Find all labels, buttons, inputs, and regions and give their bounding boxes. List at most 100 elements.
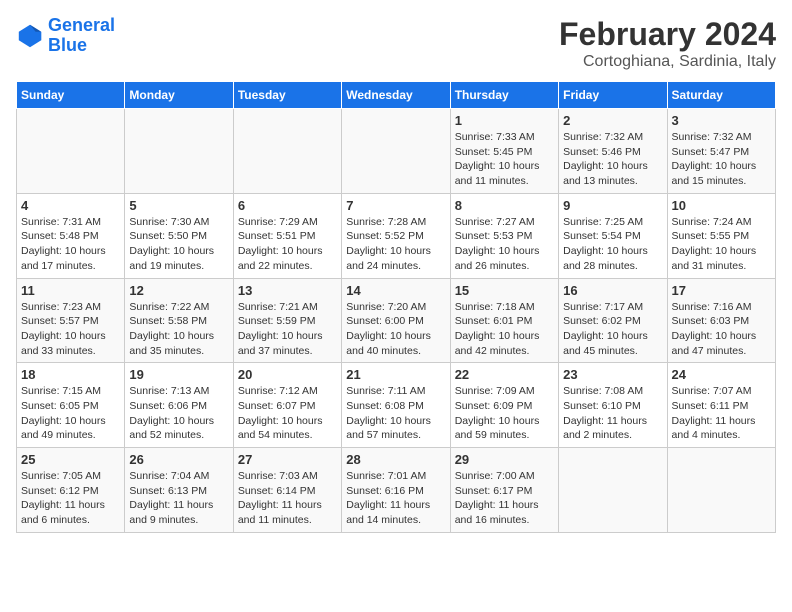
col-monday: Monday (125, 82, 233, 109)
calendar-cell: 1 Sunrise: 7:33 AM Sunset: 5:45 PM Daylig… (450, 109, 558, 194)
day-info: Sunrise: 7:11 AM Sunset: 6:08 PM Dayligh… (346, 384, 445, 443)
day-number: 11 (21, 283, 120, 298)
calendar-cell (233, 109, 341, 194)
col-wednesday: Wednesday (342, 82, 450, 109)
day-info: Sunrise: 7:29 AM Sunset: 5:51 PM Dayligh… (238, 215, 337, 274)
calendar-cell: 20Sunrise: 7:12 AM Sunset: 6:07 PM Dayli… (233, 363, 341, 448)
calendar-cell: 11 Sunrise: 7:23 AM Sunset: 5:57 PM Dayli… (17, 278, 125, 363)
calendar-body: 1 Sunrise: 7:33 AM Sunset: 5:45 PM Daylig… (17, 109, 776, 533)
title-block: February 2024 Cortoghiana, Sardinia, Ita… (559, 16, 776, 71)
calendar-header: Sunday Monday Tuesday Wednesday Thursday… (17, 82, 776, 109)
day-number: 5 (129, 198, 228, 213)
day-number: 10 (672, 198, 771, 213)
day-number: 17 (672, 283, 771, 298)
day-number: 22 (455, 367, 554, 382)
calendar-cell: 2 Sunrise: 7:32 AM Sunset: 5:46 PM Daylig… (559, 109, 667, 194)
calendar-cell: 9 Sunrise: 7:25 AM Sunset: 5:54 PM Daylig… (559, 193, 667, 278)
calendar-cell: 5Sunrise: 7:30 AM Sunset: 5:50 PM Daylig… (125, 193, 233, 278)
col-thursday: Thursday (450, 82, 558, 109)
day-info: Sunrise: 7:22 AM Sunset: 5:58 PM Dayligh… (129, 300, 228, 359)
week-row-4: 18 Sunrise: 7:15 AM Sunset: 6:05 PM Dayli… (17, 363, 776, 448)
day-info: Sunrise: 7:00 AM Sunset: 6:17 PM Dayligh… (455, 469, 554, 528)
logo-text: General Blue (48, 16, 115, 56)
calendar-title: February 2024 (559, 16, 776, 53)
calendar-cell: 3 Sunrise: 7:32 AM Sunset: 5:47 PM Daylig… (667, 109, 775, 194)
calendar-table: Sunday Monday Tuesday Wednesday Thursday… (16, 81, 776, 533)
day-info: Sunrise: 7:23 AM Sunset: 5:57 PM Dayligh… (21, 300, 120, 359)
calendar-cell: 10 Sunrise: 7:24 AM Sunset: 5:55 PM Dayli… (667, 193, 775, 278)
logo-icon (16, 22, 44, 50)
calendar-cell: 26 Sunrise: 7:04 AM Sunset: 6:13 PM Dayli… (125, 448, 233, 533)
day-number: 24 (672, 367, 771, 382)
calendar-cell: 28 Sunrise: 7:01 AM Sunset: 6:16 PM Dayli… (342, 448, 450, 533)
day-number: 16 (563, 283, 662, 298)
calendar-cell: 22 Sunrise: 7:09 AM Sunset: 6:09 PM Dayli… (450, 363, 558, 448)
day-info: Sunrise: 7:25 AM Sunset: 5:54 PM Dayligh… (563, 215, 662, 274)
day-info: Sunrise: 7:15 AM Sunset: 6:05 PM Dayligh… (21, 384, 120, 443)
day-info: Sunrise: 7:24 AM Sunset: 5:55 PM Dayligh… (672, 215, 771, 274)
calendar-cell: 25 Sunrise: 7:05 AM Sunset: 6:12 PM Dayli… (17, 448, 125, 533)
day-number: 21 (346, 367, 445, 382)
day-info: Sunrise: 7:28 AM Sunset: 5:52 PM Dayligh… (346, 215, 445, 274)
calendar-cell (342, 109, 450, 194)
day-info: Sunrise: 7:07 AM Sunset: 6:11 PM Dayligh… (672, 384, 771, 443)
day-number: 18 (21, 367, 120, 382)
day-number: 13 (238, 283, 337, 298)
day-number: 3 (672, 113, 771, 128)
day-info: Sunrise: 7:12 AM Sunset: 6:07 PM Dayligh… (238, 384, 337, 443)
calendar-cell: 24 Sunrise: 7:07 AM Sunset: 6:11 PM Dayli… (667, 363, 775, 448)
calendar-cell: 16 Sunrise: 7:17 AM Sunset: 6:02 PM Dayli… (559, 278, 667, 363)
calendar-cell: 14Sunrise: 7:20 AM Sunset: 6:00 PM Dayli… (342, 278, 450, 363)
day-info: Sunrise: 7:18 AM Sunset: 6:01 PM Dayligh… (455, 300, 554, 359)
header-row: Sunday Monday Tuesday Wednesday Thursday… (17, 82, 776, 109)
day-info: Sunrise: 7:13 AM Sunset: 6:06 PM Dayligh… (129, 384, 228, 443)
logo-line1: General (48, 15, 115, 35)
calendar-cell: 27Sunrise: 7:03 AM Sunset: 6:14 PM Dayli… (233, 448, 341, 533)
day-number: 2 (563, 113, 662, 128)
calendar-cell: 18 Sunrise: 7:15 AM Sunset: 6:05 PM Dayli… (17, 363, 125, 448)
col-sunday: Sunday (17, 82, 125, 109)
day-number: 29 (455, 452, 554, 467)
logo: General Blue (16, 16, 115, 56)
day-number: 27 (238, 452, 337, 467)
calendar-cell: 4Sunrise: 7:31 AM Sunset: 5:48 PM Daylig… (17, 193, 125, 278)
day-info: Sunrise: 7:32 AM Sunset: 5:46 PM Dayligh… (563, 130, 662, 189)
calendar-cell: 6Sunrise: 7:29 AM Sunset: 5:51 PM Daylig… (233, 193, 341, 278)
calendar-cell: 8 Sunrise: 7:27 AM Sunset: 5:53 PM Daylig… (450, 193, 558, 278)
day-number: 12 (129, 283, 228, 298)
day-info: Sunrise: 7:21 AM Sunset: 5:59 PM Dayligh… (238, 300, 337, 359)
day-number: 7 (346, 198, 445, 213)
day-number: 26 (129, 452, 228, 467)
day-info: Sunrise: 7:17 AM Sunset: 6:02 PM Dayligh… (563, 300, 662, 359)
col-tuesday: Tuesday (233, 82, 341, 109)
day-info: Sunrise: 7:09 AM Sunset: 6:09 PM Dayligh… (455, 384, 554, 443)
col-saturday: Saturday (667, 82, 775, 109)
calendar-cell (17, 109, 125, 194)
calendar-cell: 7 Sunrise: 7:28 AM Sunset: 5:52 PM Daylig… (342, 193, 450, 278)
day-number: 1 (455, 113, 554, 128)
calendar-cell (125, 109, 233, 194)
day-info: Sunrise: 7:32 AM Sunset: 5:47 PM Dayligh… (672, 130, 771, 189)
calendar-subtitle: Cortoghiana, Sardinia, Italy (559, 53, 776, 71)
day-info: Sunrise: 7:01 AM Sunset: 6:16 PM Dayligh… (346, 469, 445, 528)
day-info: Sunrise: 7:27 AM Sunset: 5:53 PM Dayligh… (455, 215, 554, 274)
day-number: 14 (346, 283, 445, 298)
day-number: 25 (21, 452, 120, 467)
calendar-cell (559, 448, 667, 533)
day-info: Sunrise: 7:33 AM Sunset: 5:45 PM Dayligh… (455, 130, 554, 189)
day-number: 9 (563, 198, 662, 213)
week-row-5: 25 Sunrise: 7:05 AM Sunset: 6:12 PM Dayli… (17, 448, 776, 533)
day-info: Sunrise: 7:04 AM Sunset: 6:13 PM Dayligh… (129, 469, 228, 528)
day-info: Sunrise: 7:16 AM Sunset: 6:03 PM Dayligh… (672, 300, 771, 359)
logo-line2: Blue (48, 35, 87, 55)
day-info: Sunrise: 7:31 AM Sunset: 5:48 PM Dayligh… (21, 215, 120, 274)
calendar-cell (667, 448, 775, 533)
day-info: Sunrise: 7:05 AM Sunset: 6:12 PM Dayligh… (21, 469, 120, 528)
day-number: 23 (563, 367, 662, 382)
day-number: 8 (455, 198, 554, 213)
week-row-1: 1 Sunrise: 7:33 AM Sunset: 5:45 PM Daylig… (17, 109, 776, 194)
calendar-cell: 29 Sunrise: 7:00 AM Sunset: 6:17 PM Dayli… (450, 448, 558, 533)
week-row-3: 11 Sunrise: 7:23 AM Sunset: 5:57 PM Dayli… (17, 278, 776, 363)
day-number: 28 (346, 452, 445, 467)
page-header: General Blue February 2024 Cortoghiana, … (16, 16, 776, 71)
